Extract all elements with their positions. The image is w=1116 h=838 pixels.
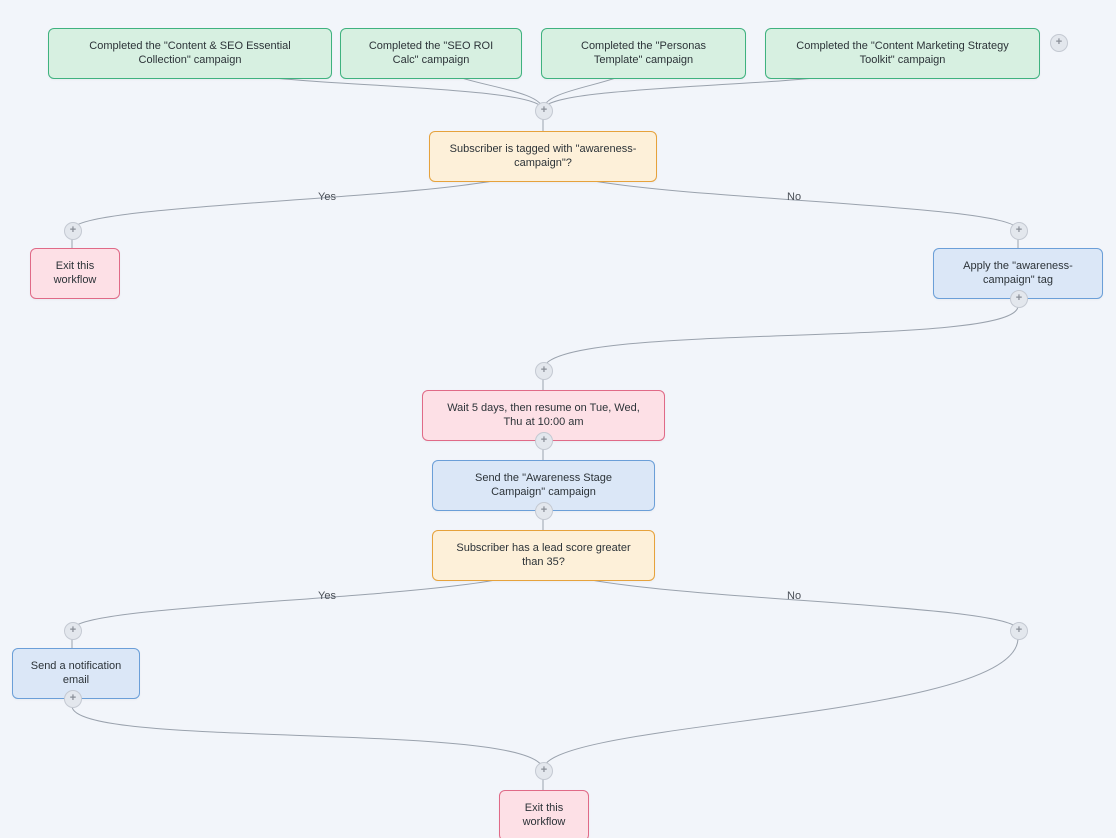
add-trigger-button[interactable] [1050, 34, 1068, 52]
add-step-yes-1[interactable] [64, 222, 82, 240]
branch-label-no-1: No [787, 191, 801, 203]
exit-workflow-2[interactable]: Exit this workflow [499, 790, 589, 838]
condition-awareness-tag[interactable]: Subscriber is tagged with "awareness-cam… [429, 131, 657, 182]
trigger-seo-roi-calc[interactable]: Completed the "SEO ROI Calc" campaign [340, 28, 522, 79]
add-step-after-wait[interactable] [535, 432, 553, 450]
add-step-yes-2[interactable] [64, 622, 82, 640]
trigger-content-seo-essential[interactable]: Completed the "Content & SEO Essential C… [48, 28, 332, 79]
add-step-before-exit2[interactable] [535, 762, 553, 780]
branch-label-no-2: No [787, 590, 801, 602]
branch-label-yes-2: Yes [318, 590, 336, 602]
add-step-before-wait[interactable] [535, 362, 553, 380]
exit-workflow-1[interactable]: Exit this workflow [30, 248, 120, 299]
add-step-after-apply-tag[interactable] [1010, 290, 1028, 308]
trigger-content-marketing-strategy[interactable]: Completed the "Content Marketing Strateg… [765, 28, 1040, 79]
add-step-after-send[interactable] [535, 502, 553, 520]
condition-lead-score[interactable]: Subscriber has a lead score greater than… [432, 530, 655, 581]
workflow-canvas[interactable]: Completed the "Content & SEO Essential C… [0, 0, 1116, 838]
add-step-no-2[interactable] [1010, 622, 1028, 640]
trigger-personas-template[interactable]: Completed the "Personas Template" campai… [541, 28, 746, 79]
add-step-before-condition1[interactable] [535, 102, 553, 120]
branch-label-yes-1: Yes [318, 191, 336, 203]
add-step-after-notify[interactable] [64, 690, 82, 708]
add-step-no-1[interactable] [1010, 222, 1028, 240]
